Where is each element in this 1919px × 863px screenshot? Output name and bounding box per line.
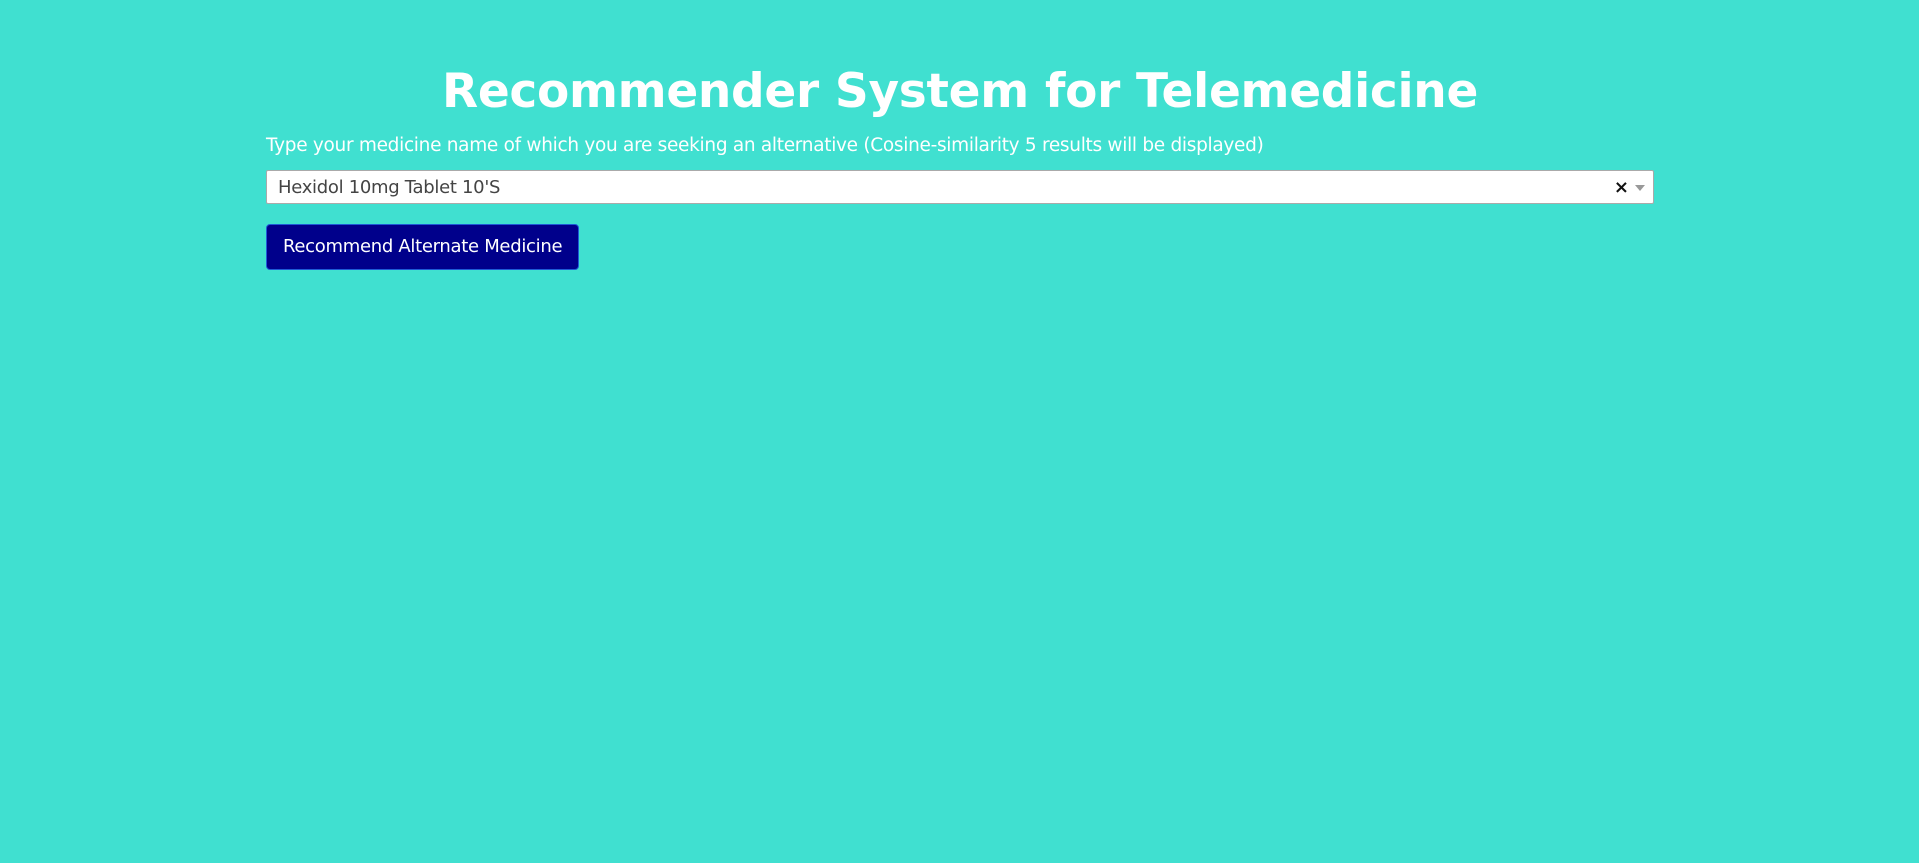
recommend-button[interactable]: Recommend Alternate Medicine: [266, 224, 580, 270]
selected-medicine[interactable]: Hexidol 10mg Tablet 10'S: [278, 171, 500, 205]
page-title: Recommender System for Telemedicine: [441, 64, 1479, 119]
close-icon[interactable]: ×: [1614, 171, 1629, 205]
chevron-down-icon[interactable]: [1635, 185, 1645, 191]
main-container: Recommender System for Telemedicine Type…: [266, 0, 1654, 270]
instruction-label: Type your medicine name of which you are…: [266, 135, 1264, 156]
medicine-select[interactable]: Hexidol 10mg Tablet 10'S ×: [266, 170, 1654, 204]
